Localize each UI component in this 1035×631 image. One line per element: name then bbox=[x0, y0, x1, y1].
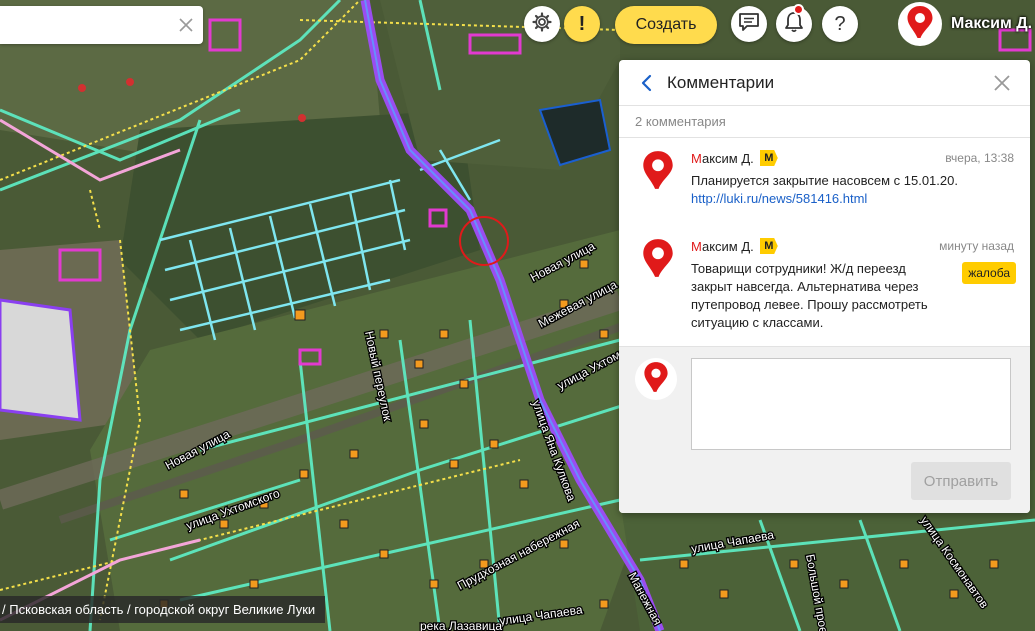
notifications-button[interactable] bbox=[776, 4, 812, 42]
comment-text: Планируется закрытие насовсем с 15.01.20… bbox=[691, 173, 958, 188]
send-button[interactable]: Отправить bbox=[911, 462, 1011, 500]
user-menu[interactable]: Максим Д. bbox=[898, 2, 1032, 46]
message-icon bbox=[738, 12, 760, 37]
map-pin-icon bbox=[641, 150, 675, 190]
reply-area: Отправить bbox=[619, 346, 1030, 513]
moderator-badge: М bbox=[759, 238, 778, 254]
warning-button[interactable]: ! bbox=[564, 6, 600, 42]
comment-time: минуту назад bbox=[939, 239, 1014, 253]
comment-item: Максим Д. М минуту назад Товарищи сотруд… bbox=[619, 226, 1030, 346]
comment-time: вчера, 13:38 bbox=[945, 151, 1014, 165]
help-button[interactable]: ? bbox=[822, 6, 858, 42]
exclamation-icon: ! bbox=[578, 12, 586, 35]
back-arrow-icon[interactable] bbox=[637, 73, 657, 93]
comments-panel: Комментарии 2 комментария Максим Д. М вч… bbox=[619, 60, 1030, 513]
comment-item: Максим Д. М вчера, 13:38 Планируется зак… bbox=[619, 138, 1030, 226]
comment-text: Товарищи сотрудники! Ж/д переезд закрыт … bbox=[691, 261, 928, 330]
comments-count: 2 комментария bbox=[619, 106, 1030, 138]
street-label: река Лазавица bbox=[420, 619, 502, 631]
comment-author[interactable]: Максим Д. bbox=[691, 151, 754, 166]
notification-dot bbox=[793, 4, 804, 15]
create-button[interactable]: Создать bbox=[615, 6, 717, 44]
report-button[interactable]: жалоба bbox=[962, 262, 1016, 284]
map-pin-icon bbox=[906, 5, 934, 44]
close-icon[interactable] bbox=[992, 73, 1012, 93]
clear-search-icon[interactable] bbox=[177, 16, 195, 34]
panel-header: Комментарии bbox=[619, 60, 1030, 106]
avatar bbox=[898, 2, 942, 46]
panel-title: Комментарии bbox=[667, 73, 775, 92]
search-input[interactable] bbox=[0, 6, 170, 44]
avatar bbox=[635, 358, 677, 400]
question-icon: ? bbox=[834, 12, 846, 35]
comment-textarea[interactable] bbox=[691, 358, 1011, 450]
map-pin-icon bbox=[641, 238, 675, 278]
map-pin-icon bbox=[643, 361, 669, 398]
gear-icon bbox=[532, 11, 552, 37]
breadcrumb[interactable]: / Псковская область / городской округ Ве… bbox=[0, 596, 326, 623]
settings-button[interactable] bbox=[524, 6, 560, 42]
user-name: Максим Д. bbox=[951, 15, 1033, 32]
feedback-button[interactable] bbox=[731, 6, 767, 42]
comment-link[interactable]: http://luki.ru/news/581416.html bbox=[691, 190, 1014, 208]
search-box bbox=[0, 6, 203, 44]
comment-author[interactable]: Максим Д. bbox=[691, 239, 754, 254]
bell-icon bbox=[784, 11, 804, 38]
moderator-badge: М bbox=[759, 150, 778, 166]
